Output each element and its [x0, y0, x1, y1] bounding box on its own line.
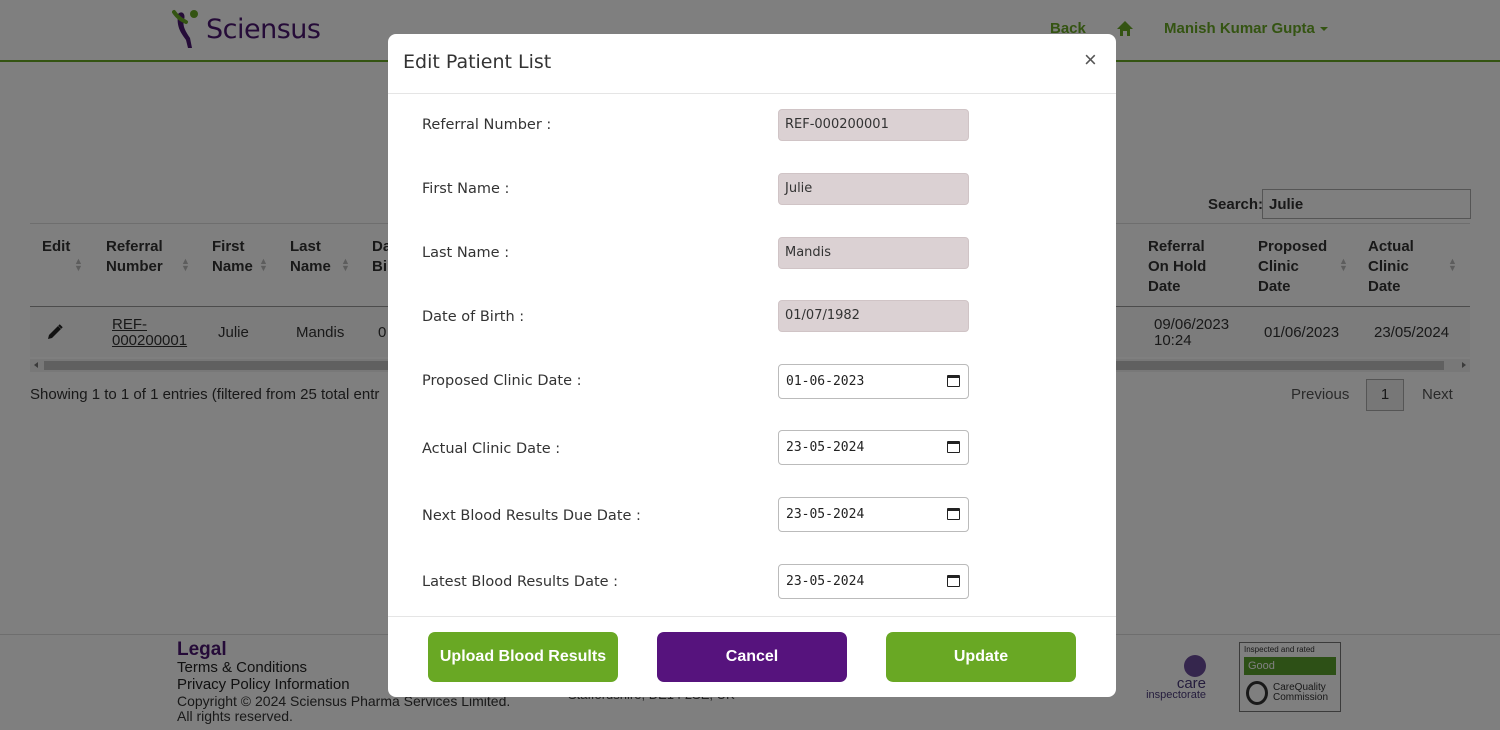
- calendar-icon[interactable]: [947, 441, 960, 453]
- modal-title: Edit Patient List: [403, 51, 552, 73]
- field-label: Next Blood Results Due Date :: [422, 508, 641, 524]
- modal-footer: Upload Blood Results Cancel Update: [388, 616, 1116, 697]
- edit-patient-modal: Edit Patient List × Referral Number : RE…: [388, 34, 1116, 697]
- upload-blood-results-button[interactable]: Upload Blood Results: [428, 632, 618, 682]
- date-value: 23-05-2024: [786, 440, 865, 455]
- field-label: Last Name :: [422, 245, 510, 261]
- update-button[interactable]: Update: [886, 632, 1076, 682]
- next-blood-due-input[interactable]: 23-05-2024: [778, 497, 969, 532]
- proposed-clinic-date-input[interactable]: 01-06-2023: [778, 364, 969, 399]
- dob-field[interactable]: 01/07/1982: [778, 300, 969, 332]
- field-label: Date of Birth :: [422, 309, 525, 325]
- actual-clinic-date-input[interactable]: 23-05-2024: [778, 430, 969, 465]
- date-value: 23-05-2024: [786, 574, 865, 589]
- last-name-field[interactable]: Mandis: [778, 237, 969, 269]
- modal-header: Edit Patient List ×: [388, 34, 1116, 94]
- field-label: First Name :: [422, 181, 510, 197]
- close-icon[interactable]: ×: [1084, 49, 1097, 71]
- calendar-icon[interactable]: [947, 575, 960, 587]
- field-label: Referral Number :: [422, 117, 552, 133]
- first-name-field[interactable]: Julie: [778, 173, 969, 205]
- date-value: 23-05-2024: [786, 507, 865, 522]
- cancel-button[interactable]: Cancel: [657, 632, 847, 682]
- field-label: Latest Blood Results Date :: [422, 574, 619, 590]
- date-value: 01-06-2023: [786, 374, 865, 389]
- field-label: Actual Clinic Date :: [422, 441, 561, 457]
- calendar-icon[interactable]: [947, 375, 960, 387]
- referral-number-field[interactable]: REF-000200001: [778, 109, 969, 141]
- field-label: Proposed Clinic Date :: [422, 373, 582, 389]
- latest-blood-input[interactable]: 23-05-2024: [778, 564, 969, 599]
- calendar-icon[interactable]: [947, 508, 960, 520]
